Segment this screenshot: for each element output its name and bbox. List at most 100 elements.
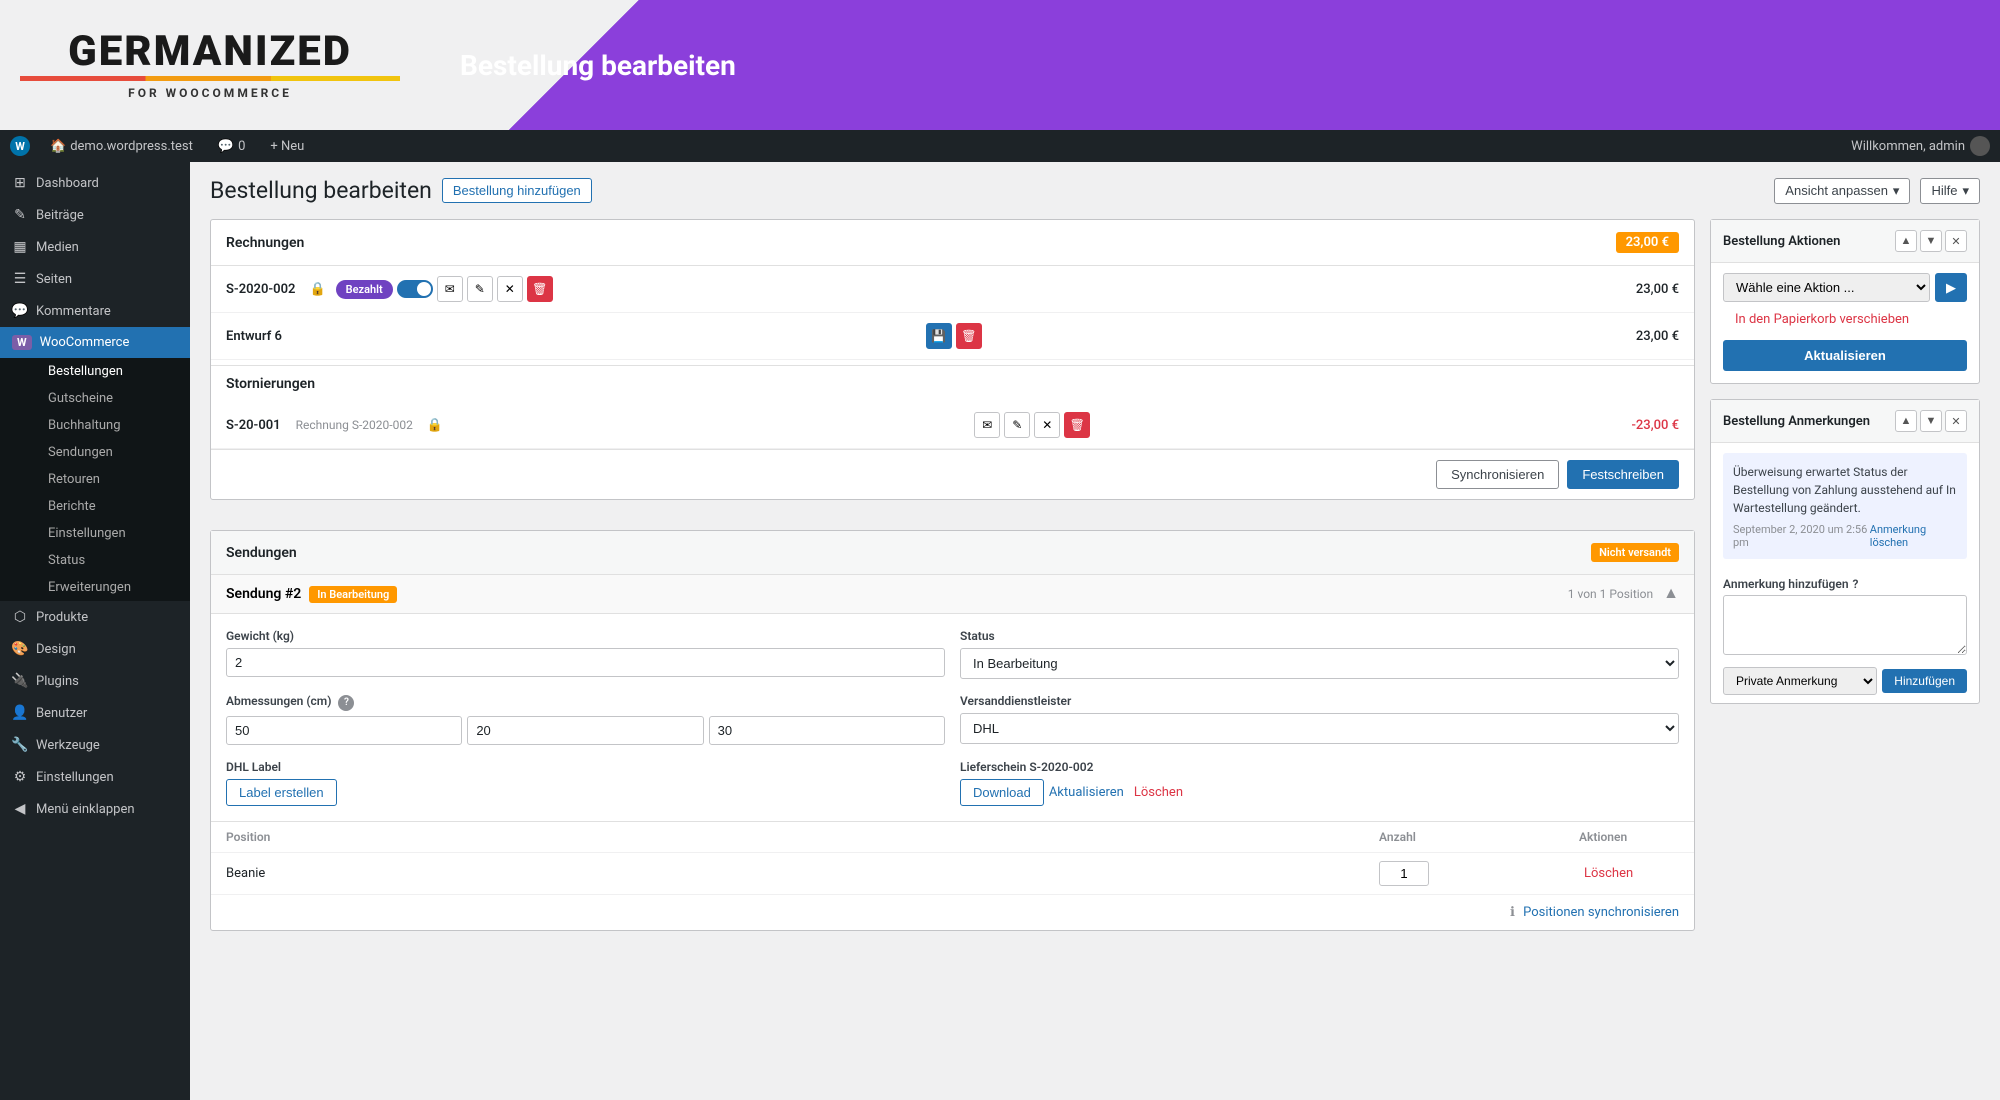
sidebar-item-dashboard[interactable]: ⊞ Dashboard [0,167,190,199]
carrier-select[interactable]: DHL [960,713,1679,744]
invoice-number-2: Entwurf 6 [226,329,282,344]
anmerkungen-panel: Bestellung Anmerkungen ▲ ▼ ✕ Überweisung… [1710,399,1980,704]
stornierungen-title: Stornierungen [211,365,1694,402]
delete-btn-storno[interactable]: 🗑 [1064,412,1090,438]
anmerkungen-down-btn[interactable]: ▼ [1920,410,1942,432]
add-note-button[interactable]: Hinzufügen [1882,669,1967,693]
sidebar-item-werkzeuge[interactable]: 🔧 Werkzeuge [0,729,190,761]
sidebar-item-plugins[interactable]: 🔌 Plugins [0,665,190,697]
dim-inputs [226,716,945,745]
sidebar-item-woocommerce[interactable]: W WooCommerce [0,327,190,358]
edit-btn-1[interactable]: ✎ [467,276,493,302]
anmerkungen-up-btn[interactable]: ▲ [1895,410,1917,432]
email-btn-1[interactable]: ✉ [437,276,463,302]
note-textarea[interactable] [1723,595,1967,655]
woo-sub-bestellungen[interactable]: Bestellungen [20,358,190,385]
action-select[interactable]: Wähle eine Aktion ... [1723,273,1930,302]
storno-actions-1: ✉ ✎ ✕ 🗑 [974,412,1090,438]
sidebar-item-kommentare[interactable]: 💬 Kommentare [0,295,190,327]
aktionen-up-btn[interactable]: ▲ [1895,230,1917,252]
lock-icon-1: 🔒 [309,282,325,297]
sendungen-title: Sendungen [226,545,297,561]
admin-bar-comments[interactable]: 💬 0 [213,130,251,162]
sidebar-item-einstellungen[interactable]: ⚙ Einstellungen [0,761,190,793]
sidebar-item-seiten[interactable]: ☰ Seiten [0,263,190,295]
delivery-note-actions: Download Aktualisieren Löschen [960,779,1679,806]
add-order-button[interactable]: Bestellung hinzufügen [442,178,592,203]
dim3-input[interactable] [709,716,945,745]
anmerkungen-header: Bestellung Anmerkungen ▲ ▼ ✕ [1711,400,1979,443]
admin-bar-site[interactable]: 🏠 demo.wordpress.test [45,130,198,162]
paid-toggle[interactable] [397,280,433,298]
delete-delivery-link[interactable]: Löschen [1129,785,1188,800]
sync-positions-link[interactable]: Positionen synchronisieren [1523,905,1679,920]
view-button[interactable]: Ansicht anpassen ▾ [1774,178,1910,204]
actions-cell: Löschen [1579,866,1679,881]
aktionen-close-btn[interactable]: ✕ [1945,230,1967,252]
sidebar-item-benutzer[interactable]: 👤 Benutzer [0,697,190,729]
action-select-row: Wähle eine Aktion ... ▶ [1711,263,1979,312]
trash-link[interactable]: In den Papierkorb verschieben [1723,312,1921,327]
main-layout: ⊞ Dashboard ✎ Beiträge ▦ Medien ☰ Seiten… [0,162,2000,1100]
anmerkungen-close-btn[interactable]: ✕ [1945,410,1967,432]
sync-button[interactable]: Synchronisieren [1436,460,1559,489]
sendungen-top-header: Sendungen Nicht versandt [211,531,1694,575]
woo-sub-buchhaltung[interactable]: Buchhaltung [20,412,190,439]
download-button[interactable]: Download [960,779,1044,806]
save-btn-2[interactable]: 💾 [926,323,952,349]
dim2-input[interactable] [467,716,703,745]
close-btn-storno[interactable]: ✕ [1034,412,1060,438]
in-progress-badge: In Bearbeitung [309,586,397,603]
wp-logo[interactable]: W [10,136,30,156]
logo-underline [20,76,400,81]
woo-sub-sendungen[interactable]: Sendungen [20,439,190,466]
commit-button[interactable]: Festschreiben [1567,460,1679,489]
main-column: Rechnungen 23,00 € S-2020-002 🔒 Bezahlt … [210,219,1695,946]
top-bar-right: Ansicht anpassen ▾ Hilfe ▾ [1774,178,1980,204]
avatar [1970,136,1990,156]
woo-sub-berichte[interactable]: Berichte [20,493,190,520]
delete-btn-1[interactable]: 🗑 [527,276,553,302]
go-button[interactable]: ▶ [1935,273,1967,302]
anmerkungen-title: Bestellung Anmerkungen [1723,414,1870,429]
sidebar-item-collapse[interactable]: ◀ Menü einklappen [0,793,190,825]
email-btn-storno[interactable]: ✉ [974,412,1000,438]
status-select[interactable]: In Bearbeitung [960,648,1679,679]
create-label-button[interactable]: Label erstellen [226,779,337,806]
sync-positions-row: ℹ Positionen synchronisieren [211,894,1694,930]
sidebar-item-medien[interactable]: ▦ Medien [0,231,190,263]
woo-sub-erweiterungen[interactable]: Erweiterungen [20,574,190,601]
update-button[interactable]: Aktualisieren [1723,340,1967,371]
close-btn-1[interactable]: ✕ [497,276,523,302]
sidebar-item-design[interactable]: 🎨 Design [0,633,190,665]
shipment-form: Gewicht (kg) Status In Bearbeitung Abmes… [211,614,1694,760]
aktionen-title: Bestellung Aktionen [1723,234,1840,249]
update-delivery-link[interactable]: Aktualisieren [1044,785,1129,800]
edit-btn-storno[interactable]: ✎ [1004,412,1030,438]
chevron-down-icon: ▾ [1893,183,1900,199]
delete-position-link[interactable]: Löschen [1579,866,1638,881]
note-delete-link[interactable]: Anmerkung löschen [1870,523,1957,549]
collapse-shipment-btn[interactable]: ▲ [1663,585,1679,603]
not-shipped-badge: Nicht versandt [1591,543,1679,562]
woo-sub-gutscheine[interactable]: Gutscheine [20,385,190,412]
sidebar-item-produkte[interactable]: ⬡ Produkte [0,601,190,633]
woo-sub-status[interactable]: Status [20,547,190,574]
delete-btn-2[interactable]: 🗑 [956,323,982,349]
woo-sub-einstellungen[interactable]: Einstellungen [20,520,190,547]
sidebar-item-beitraege[interactable]: ✎ Beiträge [0,199,190,231]
admin-bar-new[interactable]: + Neu [265,130,309,162]
help-button[interactable]: Hilfe ▾ [1920,178,1980,204]
woo-sub-retouren[interactable]: Retouren [20,466,190,493]
note-type-select[interactable]: Private Anmerkung [1723,667,1877,695]
status-group: Status In Bearbeitung [960,629,1679,679]
rechnungen-panel: Rechnungen 23,00 € S-2020-002 🔒 Bezahlt … [210,219,1695,500]
shipment-count: 1 von 1 Position [1568,587,1653,601]
collapse-icon: ◀ [12,801,28,817]
shipment-header: Sendung #2 In Bearbeitung 1 von 1 Positi… [211,575,1694,614]
qty-input[interactable] [1379,861,1429,886]
aktionen-down-btn[interactable]: ▼ [1920,230,1942,252]
dim1-input[interactable] [226,716,462,745]
status-label: Status [960,629,1679,643]
weight-input[interactable] [226,648,945,677]
